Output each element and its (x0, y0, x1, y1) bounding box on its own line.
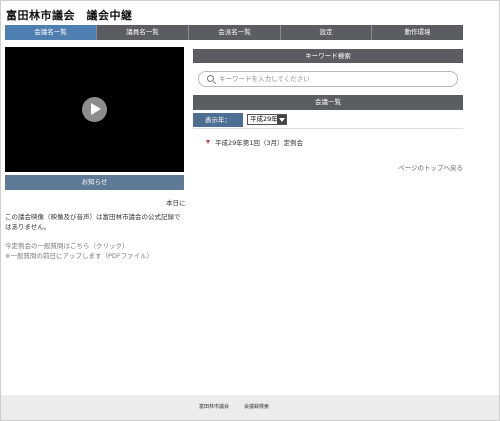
divider (193, 128, 463, 129)
year-select-value: 平成29年 (250, 115, 278, 123)
search-icon (207, 75, 214, 82)
year-label: 表示年： (193, 113, 243, 127)
video-player[interactable] (5, 47, 184, 172)
chevron-down-icon[interactable] (277, 115, 286, 124)
meeting-list-header: 会議一覧 (193, 95, 463, 110)
bullet-icon (206, 140, 210, 144)
tab-faction-list[interactable]: 会派名一覧 (189, 25, 281, 40)
pdf-note: ※一般質問の前日にアップします（PDFファイル） (5, 252, 154, 260)
back-to-top-link[interactable]: ページのトップへ戻る (398, 162, 463, 172)
meeting-item[interactable]: 平成29年第1回（3月）定例会 (215, 137, 303, 147)
play-icon[interactable] (82, 97, 107, 122)
main-nav: 会議名一覧 議員名一覧 会派名一覧 設定 動作環境 (5, 25, 463, 40)
notice-header: お知らせ (5, 175, 184, 190)
footer-link-council[interactable]: 富田林市議会 (199, 403, 229, 410)
tab-meeting-list[interactable]: 会議名一覧 (5, 25, 97, 40)
notice-text: この議会映像（映像及び音声）は富田林市議会の公式記録ではありません。 (5, 213, 181, 231)
tab-member-list[interactable]: 議員名一覧 (97, 25, 189, 40)
page-title: 富田林市議会 議会中継 (6, 9, 133, 22)
general-question-link[interactable]: 今定例会の一般質問はこちら（クリック） (5, 240, 129, 250)
tab-environment[interactable]: 動作環境 (372, 25, 463, 40)
year-select[interactable]: 平成29年 (247, 114, 287, 125)
footer-link-minutes[interactable]: 会議録検索 (244, 403, 269, 410)
search-box[interactable] (198, 71, 458, 87)
keyword-search-header: キーワード検索 (193, 49, 463, 63)
search-input[interactable] (219, 72, 454, 86)
tab-settings[interactable]: 設定 (281, 25, 372, 40)
today-label: 本日に (166, 199, 186, 207)
